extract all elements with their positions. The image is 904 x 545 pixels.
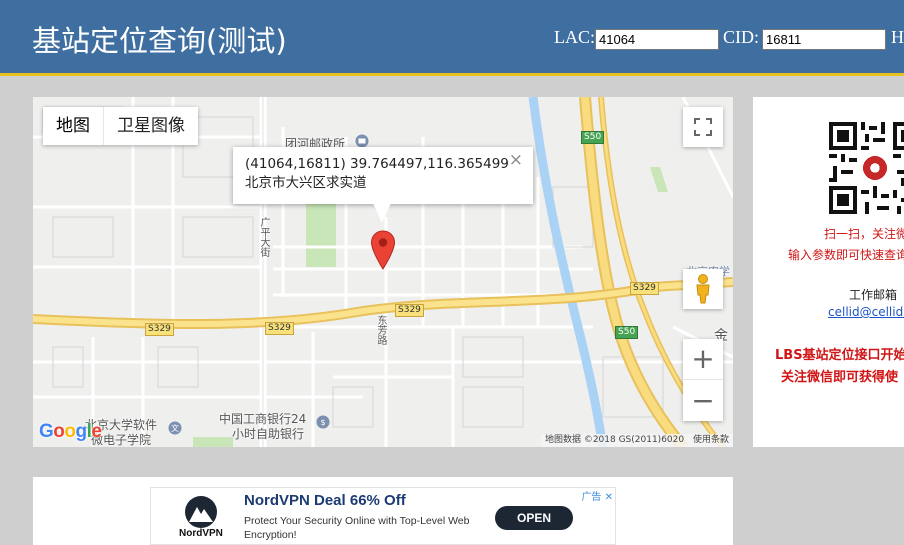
fullscreen-icon — [694, 118, 712, 136]
cid-label: CID: — [723, 27, 759, 47]
ad-banner[interactable]: NordVPN NordVPN Deal 66% Off Protect You… — [150, 487, 616, 545]
page-header: 基站定位查询(测试) LAC: CID: H — [0, 0, 904, 76]
page-title: 基站定位查询(测试) — [32, 24, 287, 58]
svg-text:$: $ — [320, 418, 325, 427]
side-panel: 扫一扫，关注微 输入参数即可快速查询 工作邮箱 cellid@cellid. L… — [753, 97, 904, 447]
ad-choices-icon[interactable]: 广告 ✕ — [581, 488, 613, 503]
info-coords: (41064,16811) 39.764497,116.365499 — [245, 156, 509, 172]
info-window-tail — [373, 203, 391, 223]
post-office-icon — [355, 134, 369, 148]
road-shield-s329: S329 — [395, 304, 424, 317]
map-pin-icon[interactable] — [370, 230, 396, 270]
map-type-map-button[interactable]: 地图 — [43, 107, 103, 145]
road-shield-s329: S329 — [145, 323, 174, 336]
wechat-qr-code — [829, 122, 904, 214]
bank-icon: $ — [316, 415, 330, 429]
road-shield-s329: S329 — [265, 322, 294, 335]
street-view-button[interactable] — [683, 269, 723, 309]
road-shield-s50: S50 — [581, 131, 605, 144]
zoom-in-button[interactable]: + — [683, 339, 723, 380]
road-shield-s50: S50 — [615, 326, 639, 339]
map-label-bank2: 小时自助银行 — [232, 427, 305, 441]
info-address: 北京市大兴区求实道 — [245, 175, 367, 191]
info-window: (41064,16811) 39.764497,116.365499 北京市大兴… — [233, 147, 533, 223]
cid-input[interactable] — [762, 29, 886, 50]
email-link[interactable]: cellid@cellid. — [828, 305, 904, 319]
scan-follow-text: 扫一扫，关注微 — [824, 227, 904, 241]
map-type-satellite-button[interactable]: 卫星图像 — [103, 107, 198, 145]
zoom-control: + − — [683, 339, 723, 421]
terms-link[interactable]: 使用条款 — [693, 435, 729, 445]
lac-label: LAC: — [554, 27, 596, 47]
h-label: H — [891, 27, 904, 47]
ad-open-button[interactable]: OPEN — [495, 506, 573, 530]
map-attribution: 地图数据 ©2018 GS(2011)6020 使用条款 — [540, 434, 733, 447]
school-icon: 文 — [168, 421, 182, 435]
zoom-out-button[interactable]: − — [683, 380, 723, 421]
ad-container: NordVPN NordVPN Deal 66% Off Protect You… — [33, 477, 733, 545]
map-label-guangping: 广平大街 — [258, 217, 269, 257]
wechat-promo-text: 关注微信即可获得使 — [781, 370, 899, 385]
lac-input[interactable] — [595, 29, 719, 50]
ad-description: Protect Your Security Online with Top-Le… — [244, 515, 470, 541]
map-view[interactable]: 团河邮政所 中国工商银行24 小时自助银行 $ 北京大学软件 微电子学院 文 广… — [33, 97, 733, 447]
nordvpn-logo-icon — [185, 496, 217, 528]
road-shield-s329: S329 — [630, 282, 659, 295]
input-params-text: 输入参数即可快速查询 — [788, 248, 904, 262]
map-type-control: 地图 卫星图像 — [43, 107, 198, 145]
pegman-icon — [696, 274, 710, 304]
google-logo[interactable]: Google — [39, 421, 102, 443]
fullscreen-button[interactable] — [683, 107, 723, 147]
email-label: 工作邮箱 — [849, 288, 898, 302]
lbs-promo-text: LBS基站定位接口开始 — [775, 348, 904, 363]
info-close-button[interactable]: × — [509, 151, 523, 170]
ad-headline[interactable]: NordVPN Deal 66% Off — [244, 492, 406, 509]
svg-text:文: 文 — [171, 423, 179, 433]
attribution-text: 地图数据 ©2018 GS(2011)6020 — [544, 435, 685, 445]
ad-brand: NordVPN — [179, 528, 223, 539]
map-label-dongfang: 东芳路 — [375, 315, 386, 345]
